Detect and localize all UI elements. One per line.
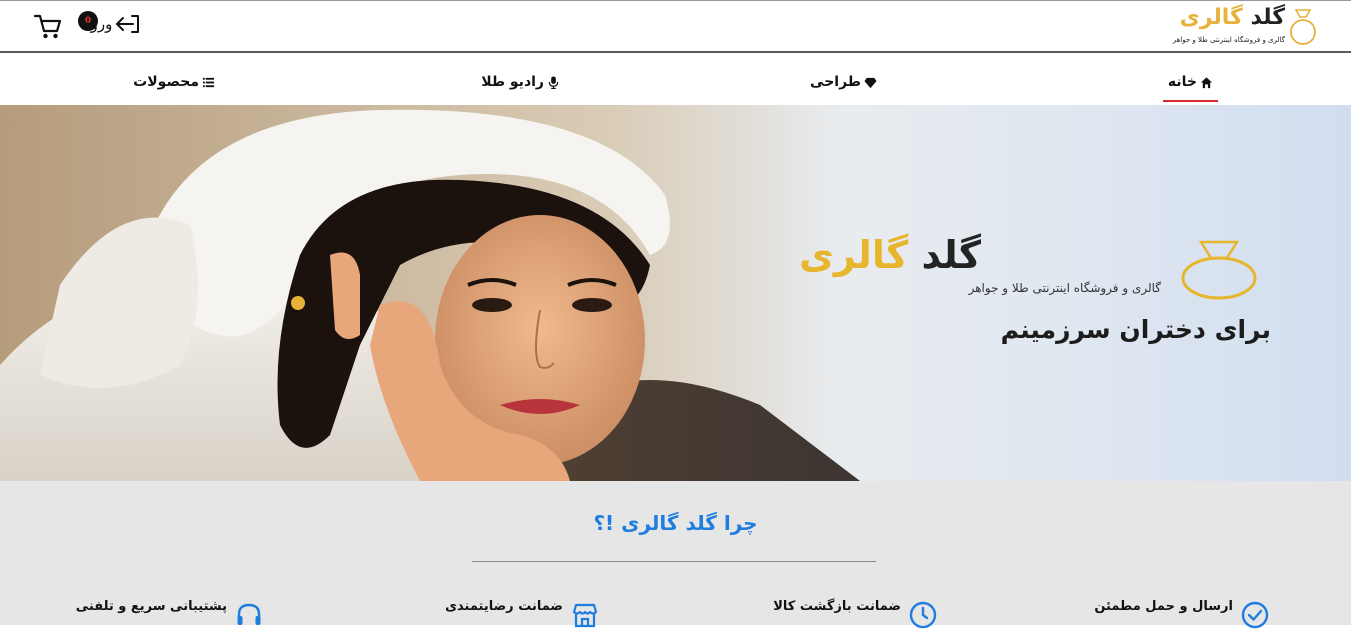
site-logo[interactable]: گلد گالری گالری و فروشگاه اینترنتی طلا و… [1169,5,1319,47]
login-arrow-icon [116,15,140,33]
nav-item-products[interactable]: محصولات [133,69,215,95]
hero-banner[interactable]: گلد گالری گالری و فروشگاه اینترنتی طلا و… [0,105,1351,481]
hero-logo-subtitle: گالری و فروشگاه اینترنتی طلا و جواهر [968,281,1161,295]
cart-icon [33,14,62,39]
feature-return-guarantee: ضمانت بازگشت کالا [773,595,937,629]
logo-title-part-1: گلد [1250,5,1285,30]
hero-logo-title-part-1: گلد [921,233,981,277]
ring-logo-icon [1290,9,1316,45]
hero-logo-title-part-2: گالری [799,233,909,277]
main-nav: خانه طراحی رادیو طلا محصولات [0,55,1351,105]
logo-title: گلد گالری [1180,5,1285,30]
feature-label: ارسال و حمل مطمئن [1094,599,1233,614]
home-icon [1200,76,1213,88]
nav-item-gold-radio[interactable]: رادیو طلا [481,69,560,95]
login-label: ورود [84,15,113,33]
nav-item-label: خانه [1167,74,1197,90]
nav-item-label: رادیو طلا [481,74,544,90]
microphone-icon [548,75,559,89]
nav-item-home[interactable]: خانه [1162,69,1219,102]
feature-label: ضمانت بازگشت کالا [773,599,901,614]
nav-item-label: محصولات [133,74,199,90]
nav-item-label: طراحی [810,74,861,90]
why-title: چرا گلد گالری !؟ [593,511,758,535]
top-bar: 0 ورود گلد گالری گالری و فروشگاه اینترنت… [0,0,1351,53]
logo-title-part-2: گالری [1179,5,1243,30]
hero-logo-title: گلد گالری [799,233,981,277]
nav-item-design[interactable]: طراحی [810,69,877,95]
logo-subtitle: گالری و فروشگاه اینترنتی طلا و جواهر [1172,36,1285,44]
feature-label: ضمانت رضایتمندی [445,599,563,614]
section-divider [472,561,876,562]
hero-ring-logo-icon [1181,240,1257,300]
login-button[interactable]: ورود [84,12,142,36]
feature-satisfaction-guarantee: ضمانت رضایتمندی [445,595,599,628]
why-section: چرا گلد گالری !؟ ارسال و حمل مطمئن ضمانت… [0,481,1351,629]
cart-button[interactable]: 0 [31,7,98,43]
feature-reliable-shipping: ارسال و حمل مطمئن [1094,595,1269,629]
list-icon [202,77,215,87]
feature-phone-support: پشتیبانی سریع و تلفنی [76,595,263,625]
hero-model-photo [0,105,860,481]
gem-icon [864,77,877,88]
feature-label: پشتیبانی سریع و تلفنی [75,599,227,614]
hero-tagline: برای دختران سرزمینم [1000,315,1271,344]
